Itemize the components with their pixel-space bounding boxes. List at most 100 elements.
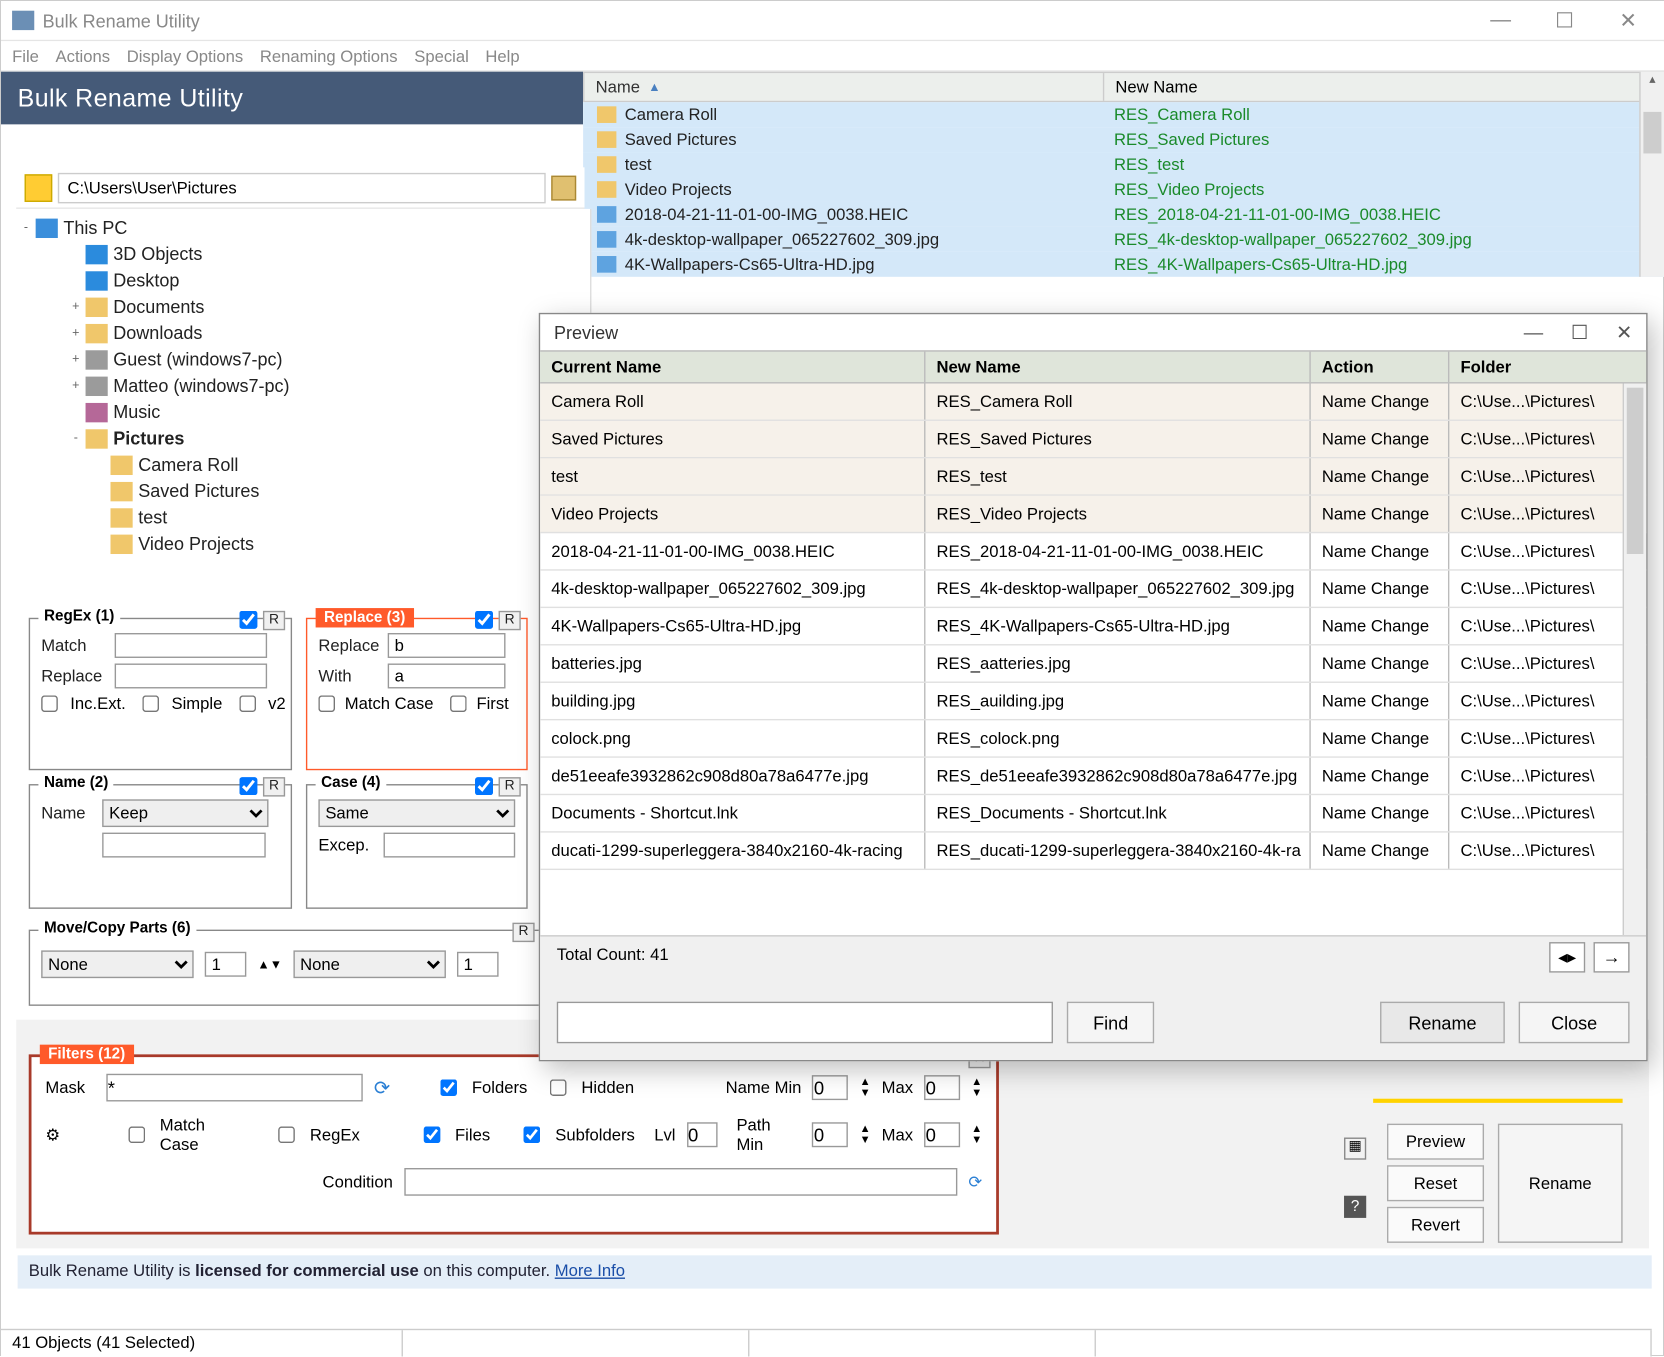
refresh-icon[interactable]: ⟳ [374,1076,390,1100]
file-row[interactable]: 4k-desktop-wallpaper_065227602_309.jpgRE… [583,227,1664,252]
refresh-condition-icon[interactable]: ⟳ [968,1172,982,1191]
browse-folder-button[interactable] [551,175,576,200]
preview-row[interactable]: building.jpgRES_auilding.jpgName ChangeC… [540,683,1646,720]
tree-item[interactable]: Music [16,399,590,425]
menu-special[interactable]: Special [414,46,469,65]
col-current-name[interactable]: Current Name [540,352,925,382]
menu-help[interactable]: Help [485,46,519,65]
dialog-scrollbar[interactable] [1623,384,1647,936]
tree-item[interactable]: +Downloads [16,320,590,346]
case-select[interactable]: Same [318,799,515,827]
preview-row[interactable]: testRES_testName ChangeC:\Use...\Picture… [540,458,1646,495]
preview-row[interactable]: ducati-1299-superleggera-3840x2160-4k-ra… [540,833,1646,870]
tree-item[interactable]: -Pictures [16,425,590,451]
tree-item[interactable]: +Documents [16,293,590,319]
regex-simple-checkbox[interactable] [142,695,159,712]
close-icon[interactable]: ✕ [1612,8,1645,33]
preview-grid[interactable]: Camera RollRES_Camera RollName ChangeC:\… [540,384,1646,870]
preview-row[interactable]: de51eeafe3932862c908d80a78a6477e.jpgRES_… [540,758,1646,795]
name-select[interactable]: Keep [102,799,268,827]
revert-button[interactable]: Revert [1387,1207,1484,1243]
filelist-scrollbar[interactable]: ▴ [1639,72,1664,277]
dialog-rename-button[interactable]: Rename [1380,1002,1505,1044]
file-list[interactable]: Camera RollRES_Camera RollSaved Pictures… [583,102,1664,277]
tree-item[interactable]: 3D Objects [16,241,590,267]
columns-button[interactable]: ◂▸ [1549,942,1585,972]
filters-mask-input[interactable] [106,1074,362,1102]
folder-tree[interactable]: -This PC 3D ObjectsDesktop+Documents+Dow… [16,209,591,611]
tree-item[interactable]: Saved Pictures [16,478,590,504]
preview-row[interactable]: colock.pngRES_colock.pngName ChangeC:\Us… [540,720,1646,757]
preview-row[interactable]: Saved PicturesRES_Saved PicturesName Cha… [540,421,1646,458]
col-newname[interactable]: New Name [1104,73,1663,101]
filters-subfolders-checkbox[interactable] [523,1126,540,1143]
filters-condition-input[interactable] [404,1168,957,1196]
move-num1[interactable] [205,952,247,977]
replace-with-input[interactable] [388,664,506,689]
file-row[interactable]: Video ProjectsRES_Video Projects [583,177,1664,202]
file-row[interactable]: 2018-04-21-11-01-00-IMG_0038.HEICRES_201… [583,202,1664,227]
preview-row[interactable]: 4k-desktop-wallpaper_065227602_309.jpgRE… [540,571,1646,608]
preview-row[interactable]: Video ProjectsRES_Video ProjectsName Cha… [540,496,1646,533]
menu-renaming-options[interactable]: Renaming Options [260,46,398,65]
replace-matchcase-checkbox[interactable] [318,695,335,712]
preview-row[interactable]: Camera RollRES_Camera RollName ChangeC:\… [540,384,1646,421]
file-row[interactable]: Camera RollRES_Camera Roll [583,102,1664,127]
move-select1[interactable]: None [41,950,193,978]
minimize-icon[interactable]: — [1484,8,1517,33]
col-new-name[interactable]: New Name [925,352,1310,382]
tree-item[interactable]: Camera Roll [16,451,590,477]
path-input[interactable] [58,172,546,202]
filters-folders-checkbox[interactable] [440,1079,457,1096]
name-text-input[interactable] [102,833,266,858]
col-folder[interactable]: Folder [1449,352,1646,382]
replace-first-checkbox[interactable] [450,695,467,712]
filters-pathmin[interactable] [812,1122,848,1147]
regex-replace-input[interactable] [115,664,267,689]
tree-item[interactable]: +Matteo (windows7-pc) [16,372,590,398]
dialog-maximize-icon[interactable]: ☐ [1571,320,1588,344]
name-enable-checkbox[interactable] [239,777,257,795]
regex-reset-button[interactable]: R [263,611,285,630]
preview-row[interactable]: batteries.jpgRES_aatteries.jpgName Chang… [540,645,1646,682]
menu-actions[interactable]: Actions [56,46,111,65]
menu-file[interactable]: File [12,46,39,65]
tree-root[interactable]: -This PC [16,214,590,240]
regex-enable-checkbox[interactable] [239,611,257,629]
preview-row[interactable]: 2018-04-21-11-01-00-IMG_0038.HEICRES_201… [540,533,1646,570]
rename-button[interactable]: Rename [1498,1124,1623,1243]
filters-namemin[interactable] [812,1075,848,1100]
regex-match-input[interactable] [115,633,267,658]
col-name[interactable]: Name▲ [585,73,1105,101]
name-reset-button[interactable]: R [263,777,285,796]
filter-settings-icon[interactable]: ⚙ [45,1125,67,1144]
case-enable-checkbox[interactable] [475,777,493,795]
filters-matchcase-checkbox[interactable] [128,1126,145,1143]
file-row[interactable]: testRES_test [583,152,1664,177]
maximize-icon[interactable]: ☐ [1548,8,1581,33]
case-excep-input[interactable] [384,833,516,858]
preview-row[interactable]: 4K-Wallpapers-Cs65-Ultra-HD.jpgRES_4K-Wa… [540,608,1646,645]
preview-button[interactable]: Preview [1387,1124,1484,1160]
replace-reset-button[interactable]: R [499,611,521,630]
filters-hidden-checkbox[interactable] [550,1079,567,1096]
movecopy-reset-button[interactable]: R [512,923,534,942]
regex-incext-checkbox[interactable] [41,695,58,712]
more-info-link[interactable]: More Info [555,1261,625,1280]
move-select2[interactable]: None [293,950,445,978]
file-row[interactable]: Saved PicturesRES_Saved Pictures [583,127,1664,152]
help-icon[interactable]: ? [1344,1196,1366,1218]
tree-item[interactable]: test [16,504,590,530]
file-row[interactable]: 4K-Wallpapers-Cs65-Ultra-HD.jpgRES_4K-Wa… [583,252,1664,277]
col-action[interactable]: Action [1311,352,1450,382]
next-button[interactable]: → [1594,942,1630,972]
filters-regex-checkbox[interactable] [278,1126,295,1143]
menu-display-options[interactable]: Display Options [127,46,243,65]
filters-lvl[interactable] [687,1122,717,1147]
tree-item[interactable]: Desktop [16,267,590,293]
find-input[interactable] [557,1002,1053,1044]
case-reset-button[interactable]: R [499,777,521,796]
tree-item[interactable]: +Guest (windows7-pc) [16,346,590,372]
tree-item[interactable]: Video Projects [16,530,590,556]
preview-row[interactable]: Documents - Shortcut.lnkRES_Documents - … [540,795,1646,832]
